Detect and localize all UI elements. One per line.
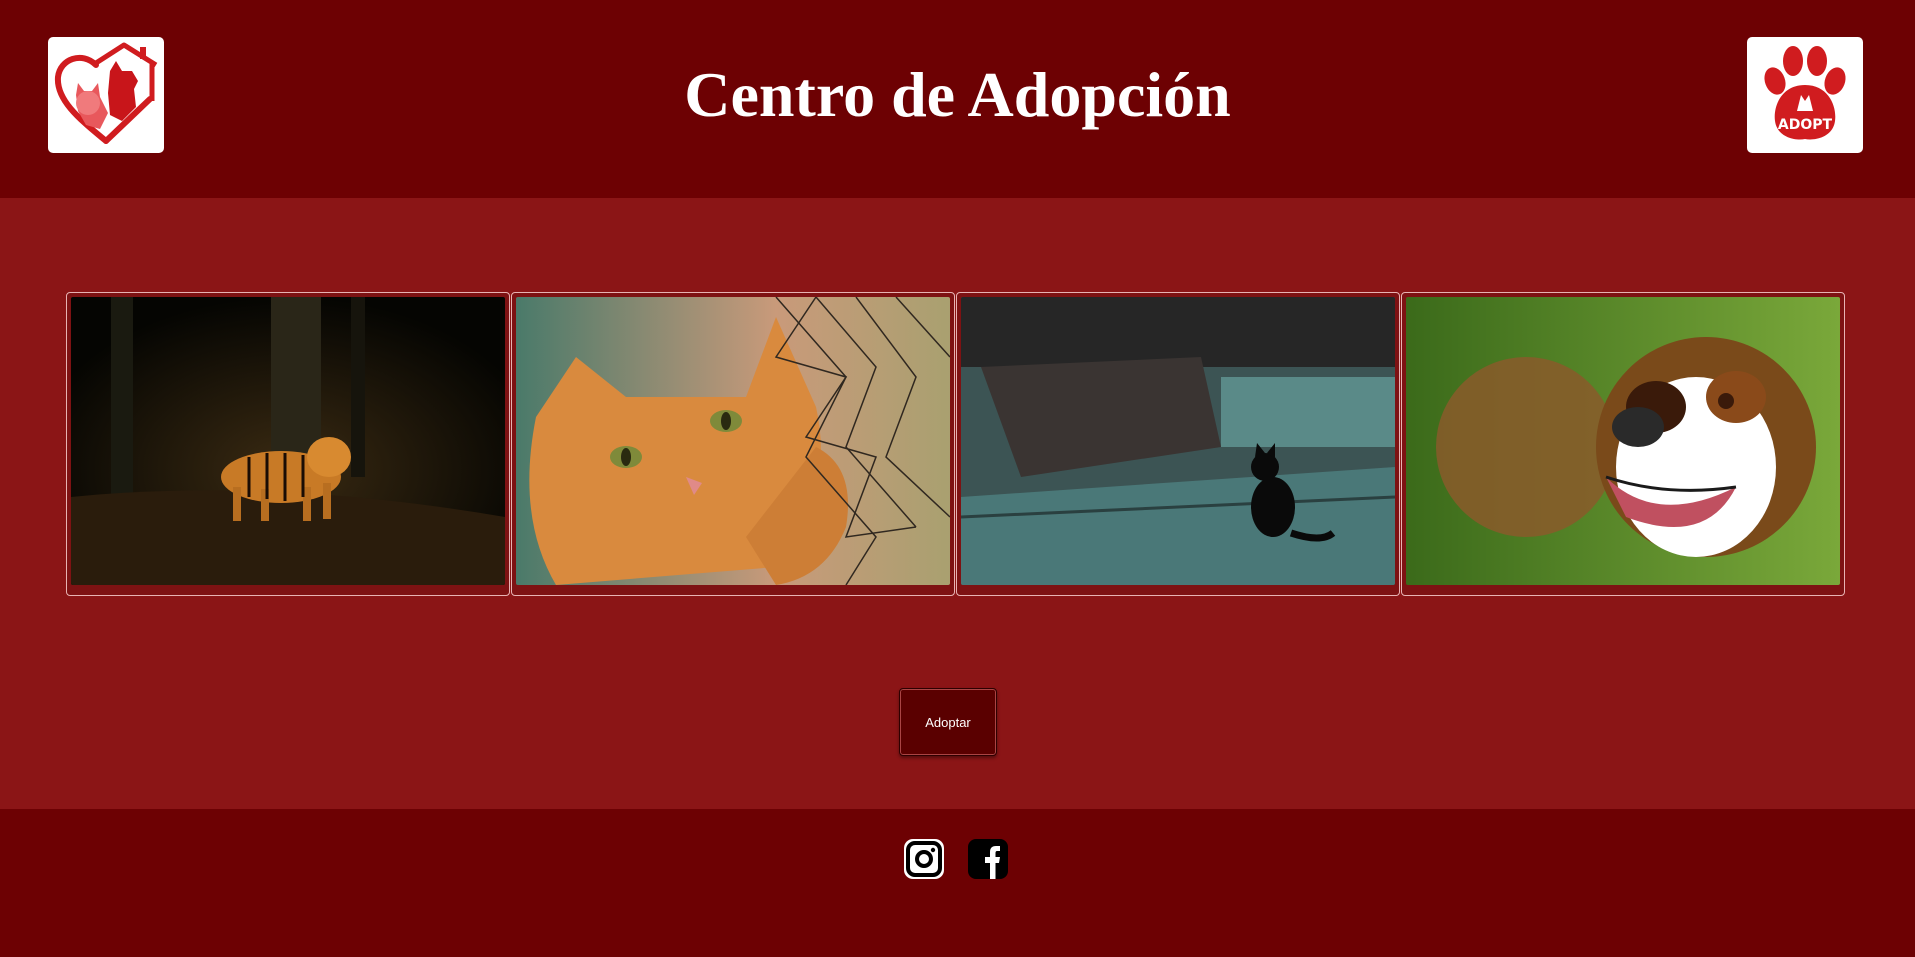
black-cat-photo bbox=[961, 297, 1395, 585]
bulldog-photo bbox=[1406, 297, 1840, 585]
gallery-card-black-cat[interactable] bbox=[956, 292, 1400, 596]
page-title: Centro de Adopción bbox=[684, 59, 1231, 130]
adopt-button[interactable]: Adoptar bbox=[899, 688, 997, 756]
orange-cat-photo bbox=[516, 297, 950, 585]
gallery-card-tiger[interactable] bbox=[66, 292, 510, 596]
pet-gallery bbox=[66, 292, 1845, 596]
gallery-card-orange-cat[interactable] bbox=[511, 292, 955, 596]
gallery-card-bulldog[interactable] bbox=[1401, 292, 1845, 596]
tiger-photo bbox=[71, 297, 505, 585]
instagram-icon bbox=[904, 839, 944, 879]
facebook-icon bbox=[968, 839, 1008, 879]
adopt-logo-text: ADOPT bbox=[1778, 117, 1833, 133]
site-header: Centro de Adopción ADOPT bbox=[0, 0, 1915, 198]
main-content: Adoptar bbox=[0, 198, 1915, 809]
instagram-link[interactable] bbox=[903, 838, 945, 880]
site-footer bbox=[0, 809, 1915, 957]
paw-adopt-logo: ADOPT bbox=[1747, 37, 1863, 153]
paw-adopt-icon: ADOPT bbox=[1764, 46, 1846, 140]
facebook-link[interactable] bbox=[967, 838, 1009, 880]
